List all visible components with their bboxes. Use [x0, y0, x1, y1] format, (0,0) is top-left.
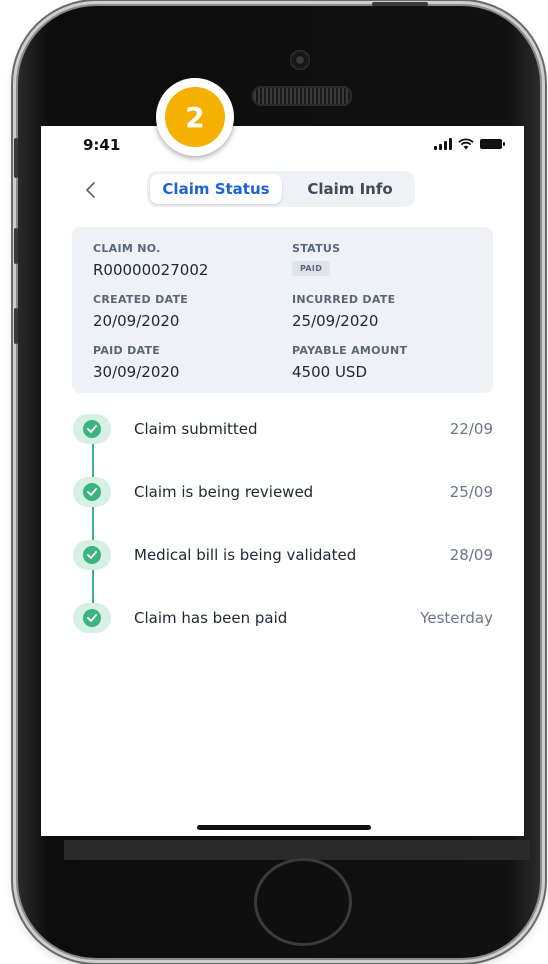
check-icon	[87, 551, 97, 559]
segmented-control: Claim Status Claim Info	[147, 171, 415, 207]
paid-date-field: PAID DATE 30/09/2020	[93, 344, 179, 381]
cellular-signal-icon	[434, 138, 452, 150]
timeline-status-dot	[73, 477, 111, 507]
tab-claim-status[interactable]: Claim Status	[150, 174, 282, 204]
battery-icon	[480, 139, 505, 149]
home-button[interactable]	[254, 858, 352, 946]
check-icon	[87, 488, 97, 496]
timeline-date: 28/09	[449, 546, 493, 564]
front-camera	[290, 50, 310, 70]
timeline-connector	[92, 444, 94, 477]
incurred-date-value: 25/09/2020	[292, 312, 379, 330]
home-indicator[interactable]	[197, 825, 371, 830]
mute-switch	[14, 138, 18, 178]
timeline-item: Claim is being reviewed 25/09	[71, 477, 493, 507]
volume-down-button	[14, 308, 18, 344]
claim-no-label: CLAIM NO.	[93, 242, 161, 255]
app-screen: 9:41 Claim Status Claim Info CLAIM NO. R…	[41, 126, 524, 836]
timeline-status-dot	[73, 603, 111, 633]
earpiece-speaker	[252, 86, 352, 106]
claim-no-field: CLAIM NO. R00000027002	[93, 242, 208, 279]
timeline-label: Medical bill is being validated	[134, 546, 357, 564]
step-badge: 2	[156, 78, 234, 156]
power-button	[372, 2, 428, 6]
volume-up-button	[14, 228, 18, 264]
tab-claim-info[interactable]: Claim Info	[287, 174, 413, 204]
incurred-date-label: INCURRED DATE	[292, 293, 396, 306]
timeline-label: Claim submitted	[134, 420, 258, 438]
check-icon	[87, 425, 97, 433]
created-date-value: 20/09/2020	[93, 312, 180, 330]
screen-bezel-strip	[64, 840, 530, 860]
timeline-connector	[92, 570, 94, 603]
timeline-date: 22/09	[449, 420, 493, 438]
timeline-item: Medical bill is being validated 28/09	[71, 540, 493, 570]
wifi-icon	[458, 138, 474, 150]
created-date-field: CREATED DATE 20/09/2020	[93, 293, 188, 330]
back-chevron-icon[interactable]	[79, 178, 103, 202]
step-number: 2	[165, 87, 225, 147]
timeline-label: Claim is being reviewed	[134, 483, 314, 501]
timeline-item: Claim has been paid Yesterday	[71, 603, 493, 633]
status-field: STATUS PAID	[292, 242, 340, 276]
timeline-status-dot	[73, 414, 111, 444]
timeline-item: Claim submitted 22/09	[71, 414, 493, 444]
payable-amount-field: PAYABLE AMOUNT 4500 USD	[292, 344, 407, 381]
status-label: STATUS	[292, 242, 341, 255]
check-icon	[87, 614, 97, 622]
payable-amount-label: PAYABLE AMOUNT	[292, 344, 408, 357]
incurred-date-field: INCURRED DATE 25/09/2020	[292, 293, 395, 330]
paid-date-label: PAID DATE	[93, 344, 161, 357]
claim-no-value: R00000027002	[93, 261, 209, 279]
payable-amount-value: 4500 USD	[292, 363, 367, 381]
timeline-label: Claim has been paid	[134, 609, 288, 627]
created-date-label: CREATED DATE	[93, 293, 189, 306]
timeline-date: 25/09	[449, 483, 493, 501]
status-badge: PAID	[292, 261, 331, 276]
timeline-status-dot	[73, 540, 111, 570]
status-icons	[434, 138, 505, 150]
timeline-date: Yesterday	[420, 609, 493, 627]
claim-summary-card: CLAIM NO. R00000027002 STATUS PAID CREAT…	[72, 227, 493, 393]
timeline-connector	[92, 507, 94, 540]
status-time: 9:41	[83, 136, 121, 154]
paid-date-value: 30/09/2020	[93, 363, 180, 381]
